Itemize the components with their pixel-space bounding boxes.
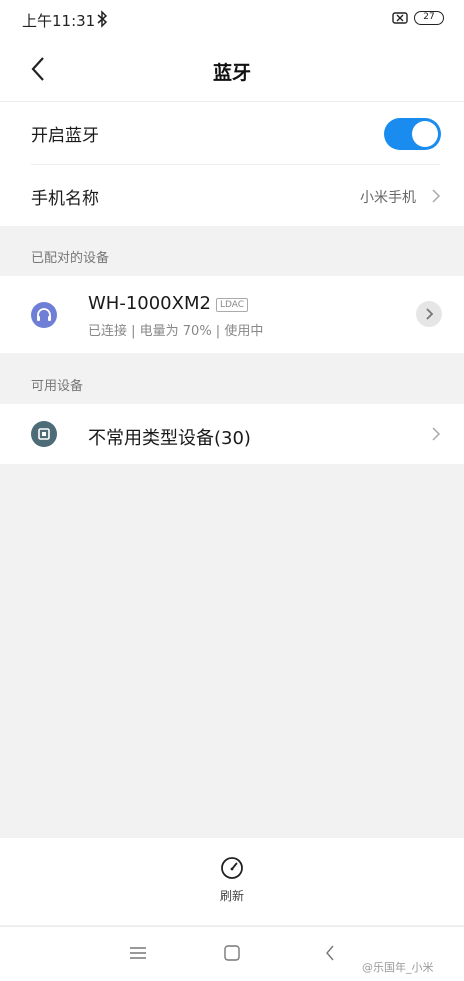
- available-section-label: 可用设备: [31, 379, 84, 394]
- device-details-button[interactable]: [416, 301, 442, 327]
- device-name-value: 小米手机: [360, 190, 416, 206]
- chevron-right-icon: [432, 189, 441, 203]
- toggle-knob: [412, 121, 438, 147]
- menu-button[interactable]: [127, 943, 149, 963]
- paired-devices-card: WH-1000XM2 已连接 | 电量为 70% | 使用中: [0, 276, 464, 353]
- device-name-row[interactable]: 手机名称 小米手机: [0, 165, 464, 226]
- watermark: @乐国年_小米: [362, 961, 434, 974]
- bluetooth-toggle-row[interactable]: 开启蓝牙: [0, 102, 464, 164]
- page-title: 蓝牙: [212, 62, 251, 84]
- refresh-icon: [221, 857, 243, 879]
- refresh-button[interactable]: 刷新: [200, 856, 264, 906]
- paired-device-row[interactable]: WH-1000XM2 已连接 | 电量为 70% | 使用中: [0, 276, 464, 353]
- battery-indicator: 27: [414, 11, 444, 25]
- codec-badge: LDAC: [216, 298, 249, 312]
- paired-device-status: 已连接 | 电量为 70% | 使用中: [88, 324, 264, 339]
- available-device-row[interactable]: 不常用类型设备(30): [0, 404, 464, 464]
- bluetooth-status-icon: [97, 10, 108, 28]
- device-icon: [31, 421, 57, 447]
- bottom-action-bar: 刷新: [0, 838, 464, 925]
- chevron-right-icon: [432, 427, 441, 441]
- paired-section-label: 已配对的设备: [31, 251, 110, 266]
- device-name-label: 手机名称: [31, 189, 99, 209]
- navigation-bar: @乐国年_小米: [0, 926, 464, 981]
- available-device-name: 不常用类型设备(30): [88, 428, 251, 449]
- menu-icon: [130, 947, 146, 959]
- refresh-label: 刷新: [219, 889, 244, 903]
- chevron-right-icon: [426, 308, 434, 320]
- status-time: 上午11:31: [22, 12, 96, 30]
- no-sim-icon: [392, 12, 408, 24]
- bluetooth-toggle[interactable]: [384, 118, 441, 150]
- headphones-icon: [31, 302, 57, 328]
- bluetooth-toggle-label: 开启蓝牙: [31, 126, 99, 146]
- status-bar: 上午11:31 27: [0, 0, 464, 40]
- home-icon: [224, 945, 240, 961]
- home-button[interactable]: [221, 943, 243, 963]
- bluetooth-settings-card: 开启蓝牙 手机名称 小米手机: [0, 102, 464, 226]
- paired-device-name: WH-1000XM2: [88, 293, 211, 314]
- header: 蓝牙: [0, 40, 464, 102]
- back-icon: [326, 945, 334, 961]
- nav-back-button[interactable]: [320, 943, 342, 963]
- available-devices-card: 不常用类型设备(30): [0, 404, 464, 464]
